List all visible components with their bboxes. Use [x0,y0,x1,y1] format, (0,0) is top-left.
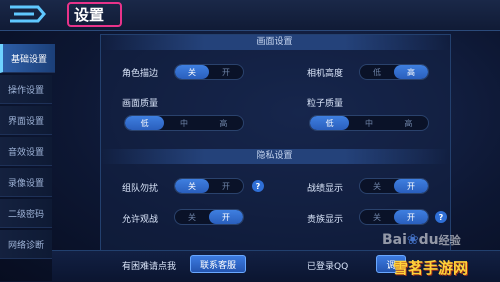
quality-toggle[interactable]: 低 中 高 [124,115,244,131]
section-display-header: 画面设置 [100,35,449,50]
baidu-watermark-jingyan: 经验 [438,234,461,247]
help-icon[interactable]: ? [252,180,264,192]
sidebar-item-interface[interactable]: 界面设置 [0,106,52,135]
login-status-text: 已登录QQ [307,262,349,272]
baidu-paw-icon: ❀ [406,232,419,248]
camera-high-option[interactable]: 高 [394,65,428,79]
camera-low-option[interactable]: 低 [360,65,394,79]
outline-toggle[interactable]: 关 开 [174,64,244,80]
noble-show-label: 贵族显示 [307,215,344,225]
particle-low-option[interactable]: 低 [310,116,350,130]
particle-mid-option[interactable]: 中 [349,116,388,130]
outline-on-option[interactable]: 开 [209,65,243,79]
allow-watch-toggle[interactable]: 关 开 [174,209,244,225]
no-disturb-toggle[interactable]: 关 开 [174,178,244,194]
help-prompt-text: 有困难请点我 [122,262,177,272]
sidebar: 基础设置 操作设置 界面设置 音效设置 录像设置 二级密码 网络诊断 [0,38,55,281]
no-disturb-label: 组队勿扰 [122,184,159,194]
watch-on-option[interactable]: 开 [209,210,243,224]
quality-label: 画面质量 [122,99,159,109]
quality-high-option[interactable]: 高 [204,116,243,130]
record-show-toggle[interactable]: 关 开 [359,178,429,194]
baidu-watermark-du: du [418,232,439,248]
noble-off-option[interactable]: 关 [360,210,394,224]
record-on-option[interactable]: 开 [394,179,428,193]
sidebar-item-controls[interactable]: 操作设置 [0,75,52,104]
no-disturb-off-option[interactable]: 关 [175,179,209,193]
record-show-label: 战绩显示 [307,184,344,194]
outline-off-option[interactable]: 关 [175,65,209,79]
baidu-watermark-bai: Bai [382,232,407,248]
noble-on-option[interactable]: 开 [394,210,428,224]
particle-toggle[interactable]: 低 中 高 [309,115,429,131]
quality-low-option[interactable]: 低 [125,116,165,130]
sidebar-item-password[interactable]: 二级密码 [0,199,52,228]
site-watermark: 雪茗手游网 [393,259,469,277]
allow-watch-label: 允许观战 [122,215,159,225]
section-privacy-header: 隐私设置 [100,149,449,164]
sidebar-item-network[interactable]: 网络诊断 [0,230,52,259]
noble-show-toggle[interactable]: 关 开 [359,209,429,225]
page-title: 设置 [74,6,105,24]
watch-off-option[interactable]: 关 [175,210,209,224]
sidebar-item-replay[interactable]: 录像设置 [0,168,52,197]
particle-high-option[interactable]: 高 [389,116,428,130]
sidebar-item-basic[interactable]: 基础设置 [0,44,55,73]
contact-service-button[interactable]: 联系客服 [190,255,246,273]
record-off-option[interactable]: 关 [360,179,394,193]
baidu-watermark: Bai❀du经验 [382,232,461,248]
no-disturb-on-option[interactable]: 开 [209,179,243,193]
sidebar-item-sound[interactable]: 音效设置 [0,137,52,166]
particle-label: 粒子质量 [307,99,344,109]
outline-label: 角色描边 [122,69,159,79]
camera-height-label: 相机高度 [307,69,344,79]
back-arrow-icon[interactable] [4,3,48,25]
camera-height-toggle[interactable]: 低 高 [359,64,429,80]
quality-mid-option[interactable]: 中 [164,116,203,130]
help-icon[interactable]: ? [435,211,447,223]
